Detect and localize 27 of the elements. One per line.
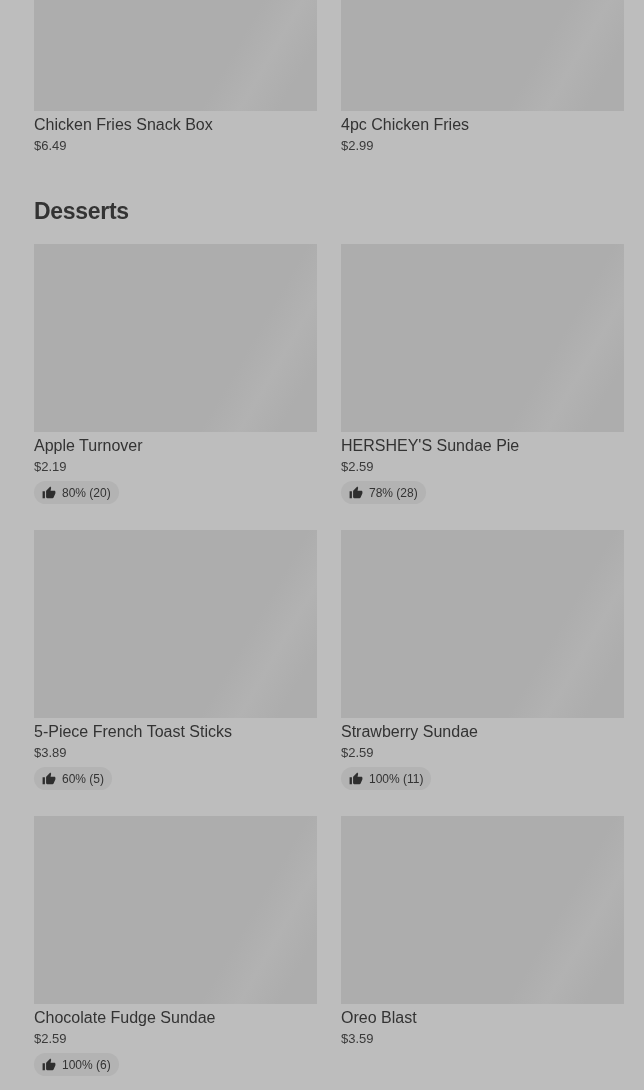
item-name[interactable]: Chicken Fries Snack Box [34,115,213,135]
rating-text: 80% (20) [62,485,111,500]
item-name[interactable]: 4pc Chicken Fries [341,115,470,135]
thumbs-up-icon [42,771,56,786]
item-name[interactable]: Oreo Blast [341,1008,417,1028]
item-name[interactable]: HERSHEY'S Sundae Pie [341,436,520,456]
rating-text: 78% (28) [369,485,418,500]
rating-text: 60% (5) [62,771,105,786]
item-price: $3.59 [341,1030,374,1048]
item-name[interactable]: Apple Turnover [34,436,143,456]
item-name[interactable]: 5-Piece French Toast Sticks [34,722,232,742]
item-price: $2.99 [341,137,374,155]
item-price: $2.59 [34,1030,67,1048]
thumbs-up-icon [349,485,363,500]
item-name[interactable]: Strawberry Sundae [341,722,478,742]
thumbs-up-icon [42,485,56,500]
thumbs-up-icon [349,771,363,786]
item-price: $2.19 [34,458,67,476]
item-price: $3.89 [34,744,67,762]
rating-text: 100% (11) [369,771,424,786]
item-price: $2.59 [341,744,374,762]
item-price: $6.49 [34,137,67,155]
thumbs-up-icon [42,1057,56,1072]
item-name[interactable]: Chocolate Fudge Sundae [34,1008,216,1028]
section-heading: Desserts [34,197,129,225]
item-price: $2.59 [341,458,374,476]
rating-text: 100% (6) [62,1057,111,1072]
